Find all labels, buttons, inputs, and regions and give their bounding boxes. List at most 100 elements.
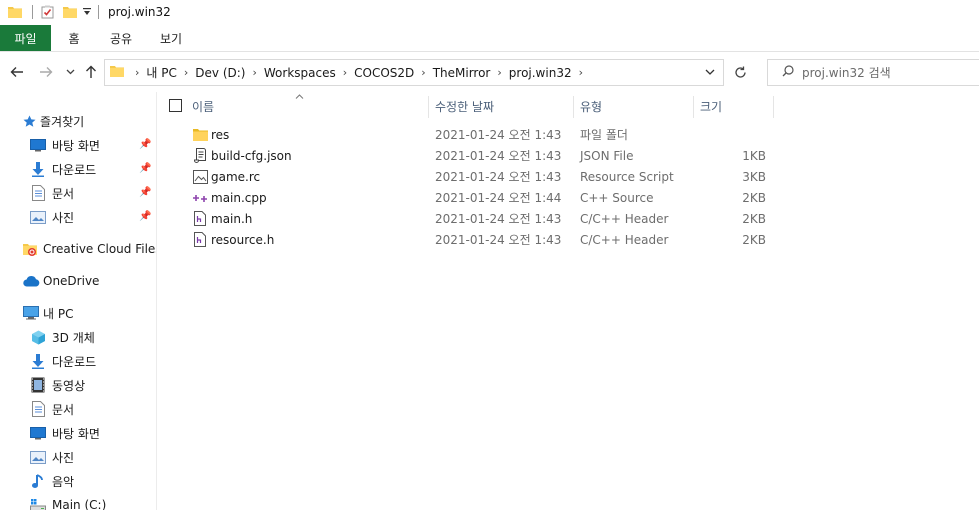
- star-icon: [22, 112, 36, 130]
- back-button[interactable]: [7, 62, 27, 82]
- computer-icon: [22, 304, 40, 322]
- divider: [98, 5, 99, 19]
- file-list: 이름 수정한 날짜 유형 크기 res 2021-01-24 오전 1:43 파…: [158, 92, 979, 510]
- file-name: main.h: [211, 211, 253, 226]
- nav-label: 문서: [52, 402, 75, 417]
- customize-dropdown-icon[interactable]: [82, 4, 92, 20]
- search-box[interactable]: [767, 59, 979, 86]
- column-header-name[interactable]: 이름: [192, 92, 426, 120]
- chevron-right-icon[interactable]: ›: [421, 66, 425, 79]
- properties-checkbox-icon[interactable]: [40, 4, 56, 20]
- nav-label: 문서: [52, 186, 75, 201]
- file-name: build-cfg.json: [211, 148, 292, 163]
- column-header-date[interactable]: 수정한 날짜: [435, 92, 571, 120]
- nav-documents[interactable]: 문서: [29, 398, 74, 420]
- forward-arrow-icon: [40, 67, 53, 77]
- folder-icon: [192, 127, 208, 143]
- table-row[interactable]: res 2021-01-24 오전 1:43 파일 폴더: [158, 124, 979, 145]
- resource-file-icon: [192, 169, 208, 185]
- table-row[interactable]: build-cfg.json 2021-01-24 오전 1:43 JSON F…: [158, 145, 979, 166]
- nav-3d-objects[interactable]: 3D 개체: [29, 326, 95, 348]
- chevron-right-icon[interactable]: ›: [343, 66, 347, 79]
- table-row[interactable]: game.rc 2021-01-24 오전 1:43 Resource Scri…: [158, 166, 979, 187]
- new-folder-icon[interactable]: [62, 4, 78, 20]
- nav-this-pc[interactable]: 내 PC: [22, 302, 73, 324]
- drive-icon: [29, 496, 47, 510]
- up-button[interactable]: [81, 62, 101, 82]
- column-divider[interactable]: [773, 96, 774, 118]
- nav-pinned-downloads[interactable]: 다운로드: [29, 158, 96, 180]
- tab-file[interactable]: 파일: [0, 25, 51, 51]
- nav-desktop[interactable]: 바탕 화면: [29, 422, 100, 444]
- chevron-down-icon: [705, 69, 715, 75]
- pin-icon[interactable]: 📌: [139, 163, 151, 174]
- recent-locations-button[interactable]: [60, 62, 80, 82]
- breadcrumb-proj-win32[interactable]: proj.win32: [509, 66, 572, 80]
- nav-music[interactable]: 음악: [29, 470, 74, 492]
- 3d-objects-icon: [29, 328, 47, 346]
- nav-downloads[interactable]: 다운로드: [29, 350, 96, 372]
- tab-share[interactable]: 공유: [97, 25, 145, 51]
- column-divider[interactable]: [428, 96, 429, 118]
- address-row: › 내 PC › Dev (D:) › Workspaces › COCOS2D › Th…: [0, 53, 979, 91]
- column-header-size[interactable]: 크기: [700, 92, 770, 120]
- refresh-icon: [734, 66, 746, 78]
- nav-pinned-pictures[interactable]: 사진: [29, 206, 74, 228]
- pin-icon[interactable]: 📌: [139, 187, 151, 198]
- select-all-checkbox[interactable]: [169, 99, 182, 112]
- cpp-file-icon: [192, 190, 208, 206]
- chevron-right-icon[interactable]: ›: [135, 66, 139, 79]
- forward-button[interactable]: [36, 62, 56, 82]
- file-name: main.cpp: [211, 190, 267, 205]
- nav-label: 다운로드: [52, 354, 97, 369]
- address-history-dropdown[interactable]: [705, 65, 715, 78]
- tab-view[interactable]: 보기: [145, 25, 197, 51]
- nav-label: 사진: [52, 450, 75, 465]
- chevron-right-icon[interactable]: ›: [497, 66, 501, 79]
- window-title: proj.win32: [108, 5, 171, 19]
- music-icon: [29, 472, 47, 490]
- nav-onedrive[interactable]: OneDrive: [22, 270, 99, 292]
- nav-creative-cloud[interactable]: Creative Cloud Files: [22, 238, 157, 260]
- file-type: 파일 폴더: [580, 128, 628, 142]
- nav-pictures[interactable]: 사진: [29, 446, 74, 468]
- nav-pinned-desktop[interactable]: 바탕 화면: [29, 134, 100, 156]
- breadcrumb-dev-drive[interactable]: Dev (D:): [195, 66, 245, 80]
- tab-home[interactable]: 홈: [51, 25, 97, 51]
- desktop-icon: [29, 424, 47, 442]
- table-row[interactable]: resource.h 2021-01-24 오전 1:43 C/C++ Head…: [158, 229, 979, 250]
- nav-quick-access[interactable]: 즐겨찾기: [22, 110, 84, 132]
- breadcrumb-this-pc[interactable]: 내 PC: [146, 64, 176, 81]
- folder-icon[interactable]: [7, 4, 23, 20]
- chevron-right-icon[interactable]: ›: [252, 66, 256, 79]
- nav-main-drive[interactable]: Main (C:): [29, 494, 106, 510]
- nav-label: 3D 개체: [52, 330, 95, 345]
- table-row[interactable]: main.h 2021-01-24 오전 1:43 C/C++ Header 2…: [158, 208, 979, 229]
- column-divider[interactable]: [693, 96, 694, 118]
- up-arrow-icon: [86, 65, 96, 78]
- pin-icon[interactable]: 📌: [139, 211, 151, 222]
- column-header-type[interactable]: 유형: [580, 92, 692, 120]
- nav-videos[interactable]: 동영상: [29, 374, 85, 396]
- table-row[interactable]: main.cpp 2021-01-24 오전 1:44 C++ Source 2…: [158, 187, 979, 208]
- nav-label: OneDrive: [43, 274, 100, 288]
- file-type: C++ Source: [580, 190, 654, 205]
- file-date: 2021-01-24 오전 1:43: [435, 233, 562, 247]
- nav-label: 사진: [52, 210, 75, 225]
- downloads-icon: [29, 160, 47, 178]
- file-name: res: [211, 127, 230, 142]
- nav-label: 음악: [52, 474, 75, 489]
- column-divider[interactable]: [573, 96, 574, 118]
- chevron-right-icon[interactable]: ›: [184, 66, 188, 79]
- chevron-right-icon[interactable]: ›: [579, 66, 583, 79]
- pin-icon[interactable]: 📌: [139, 139, 151, 150]
- breadcrumb-cocos2d[interactable]: COCOS2D: [354, 66, 414, 80]
- address-bar[interactable]: › 내 PC › Dev (D:) › Workspaces › COCOS2D › Th…: [104, 59, 724, 86]
- nav-label: Creative Cloud Files: [43, 242, 157, 256]
- search-input[interactable]: [802, 65, 972, 80]
- refresh-button[interactable]: [728, 59, 752, 86]
- documents-icon: [29, 400, 47, 418]
- breadcrumb-workspaces[interactable]: Workspaces: [264, 66, 336, 80]
- nav-pinned-documents[interactable]: 문서: [29, 182, 74, 204]
- breadcrumb-themirror[interactable]: TheMirror: [433, 66, 491, 80]
